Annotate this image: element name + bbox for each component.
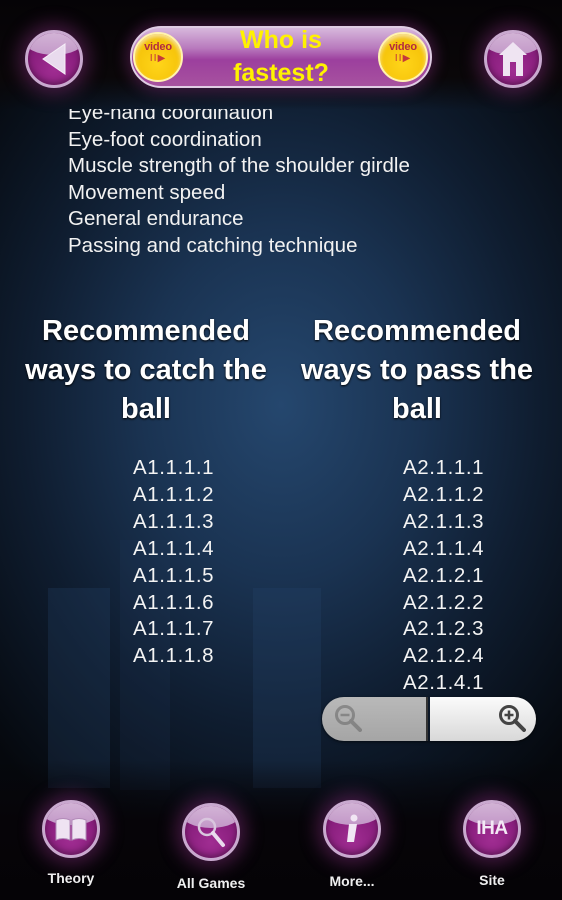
nav-more[interactable]: More...	[297, 800, 407, 889]
back-button[interactable]	[25, 30, 83, 88]
skill-item: General endurance	[68, 207, 244, 231]
iha-logo-icon: IHA	[476, 818, 508, 839]
catch-code-link[interactable]: A1.1.1.1	[133, 455, 214, 482]
pass-code-link[interactable]: A2.1.1.2	[403, 482, 484, 509]
nav-all-games[interactable]: All Games	[156, 803, 266, 891]
zoom-out-icon	[335, 705, 362, 732]
page-title-line: fastest?	[233, 59, 329, 87]
pass-code-link[interactable]: A2.1.1.1	[403, 455, 484, 482]
all-games-button[interactable]	[182, 803, 240, 861]
catch-code-link[interactable]: A1.1.1.5	[133, 563, 214, 590]
zoom-divider	[426, 697, 428, 741]
nav-label: Theory	[47, 870, 95, 886]
skill-item: Eye-foot coordination	[68, 127, 262, 151]
pass-code-link[interactable]: A2.1.1.4	[403, 536, 484, 563]
play-icon: II▶	[149, 53, 167, 64]
page-title: Who is fastest?	[0, 24, 562, 90]
catch-code-link[interactable]: A1.1.1.3	[133, 509, 214, 536]
play-icon: II▶	[394, 53, 412, 64]
book-icon	[45, 803, 97, 855]
nav-label: Site	[479, 872, 505, 888]
catch-code-link[interactable]: A1.1.1.4	[133, 536, 214, 563]
theory-button[interactable]	[42, 800, 100, 858]
nav-theory[interactable]: Theory	[16, 800, 126, 886]
back-arrow-icon	[28, 33, 80, 85]
home-icon	[487, 33, 539, 85]
skill-item: Movement speed	[68, 180, 226, 204]
video-label: video	[144, 41, 172, 53]
more-button[interactable]	[323, 800, 381, 858]
zoom-control	[322, 697, 536, 741]
nav-label: All Games	[176, 875, 246, 891]
pass-code-link[interactable]: A2.1.4.1	[403, 670, 484, 697]
catch-codes-list: A1.1.1.1 A1.1.1.2 A1.1.1.3 A1.1.1.4 A1.1…	[133, 455, 214, 670]
video-button-left[interactable]: video II▶	[133, 32, 183, 82]
pass-codes-list: A2.1.1.1 A2.1.1.2 A2.1.1.3 A2.1.1.4 A2.1…	[403, 455, 484, 697]
background-decoration	[253, 588, 321, 788]
zoom-out-button[interactable]	[322, 697, 427, 741]
nav-site[interactable]: IHA Site	[437, 800, 547, 888]
page-title-line: Who is	[240, 26, 322, 54]
catch-code-link[interactable]: A1.1.1.8	[133, 643, 214, 670]
pass-code-link[interactable]: A2.1.2.4	[403, 643, 484, 670]
catch-code-link[interactable]: A1.1.1.7	[133, 616, 214, 643]
video-label: video	[389, 41, 417, 53]
skill-item: Muscle strength of the shoulder girdle	[68, 154, 410, 178]
magnifier-icon	[185, 806, 237, 858]
catch-code-link[interactable]: A1.1.1.2	[133, 482, 214, 509]
skills-list: Eye-hand coordination Eye-foot coordinat…	[68, 109, 548, 265]
nav-label: More...	[329, 873, 375, 889]
zoom-in-icon	[499, 705, 526, 732]
pass-code-link[interactable]: A2.1.1.3	[403, 509, 484, 536]
skill-item: Passing and catching technique	[68, 233, 358, 257]
pass-code-link[interactable]: A2.1.2.2	[403, 590, 484, 617]
pass-ways-heading: Recommended ways to pass the ball	[300, 315, 534, 425]
video-button-right[interactable]: video II▶	[378, 32, 428, 82]
catch-code-link[interactable]: A1.1.1.6	[133, 590, 214, 617]
catch-ways-heading: Recommended ways to catch the ball	[25, 315, 267, 425]
info-icon	[326, 803, 378, 855]
pass-code-link[interactable]: A2.1.2.1	[403, 563, 484, 590]
site-button[interactable]: IHA	[463, 800, 521, 858]
zoom-in-button[interactable]	[430, 697, 536, 741]
background-decoration	[48, 588, 110, 788]
home-button[interactable]	[484, 30, 542, 88]
pass-code-link[interactable]: A2.1.2.3	[403, 616, 484, 643]
